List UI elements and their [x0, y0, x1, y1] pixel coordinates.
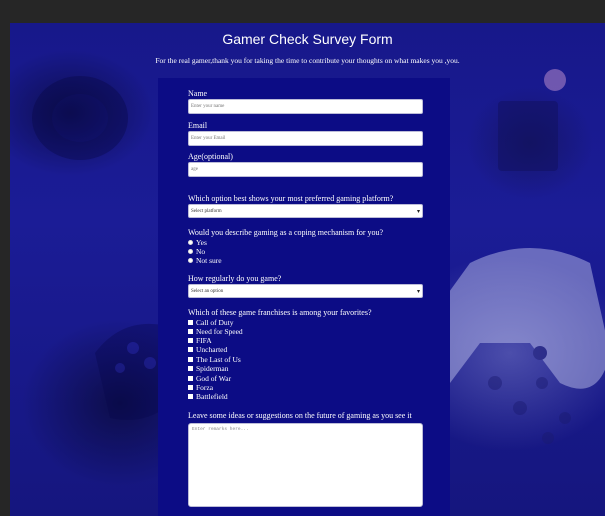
name-placeholder: Enter your name — [191, 104, 225, 109]
platform-select[interactable]: Select platform ▾ — [188, 204, 423, 218]
ideas-textarea[interactable]: Enter remarks here... — [188, 423, 423, 507]
franchise-label: Spiderman — [196, 364, 229, 373]
franchise-option[interactable]: Spiderman — [188, 364, 229, 373]
franchise-option[interactable]: Need for Speed — [188, 327, 243, 336]
franchise-label: Call of Duty — [196, 318, 234, 327]
franchise-option[interactable]: Call of Duty — [188, 318, 234, 327]
checkbox[interactable] — [188, 376, 193, 381]
frequency-selected-value: Select an option — [191, 288, 224, 294]
email-label: Email — [188, 121, 208, 130]
checkbox[interactable] — [188, 385, 193, 390]
franchise-question: Which of these game franchises is among … — [188, 308, 372, 317]
platform-question: Which option best shows your most prefer… — [188, 194, 394, 203]
franchise-label: Uncharted — [196, 345, 228, 354]
survey-form: Name Enter your name Email Enter your Em… — [158, 78, 450, 516]
checkbox[interactable] — [188, 357, 193, 362]
coping-option-label: Yes — [196, 238, 207, 247]
age-field[interactable]: age — [188, 162, 423, 177]
checkbox[interactable] — [188, 366, 193, 371]
franchise-option[interactable]: Forza — [188, 383, 213, 392]
coping-option-not-sure[interactable]: Not sure — [188, 256, 222, 265]
frequency-select[interactable]: Select an option ▾ — [188, 284, 423, 298]
coping-question: Would you describe gaming as a coping me… — [188, 228, 384, 237]
radio-button[interactable] — [188, 258, 193, 263]
coping-option-label: Not sure — [196, 256, 222, 265]
checkbox[interactable] — [188, 338, 193, 343]
chevron-down-icon: ▾ — [416, 287, 420, 295]
page-title: Gamer Check Survey Form — [222, 31, 393, 47]
name-label: Name — [188, 89, 208, 98]
franchise-label: Need for Speed — [196, 327, 243, 336]
checkbox[interactable] — [188, 394, 193, 399]
email-field[interactable]: Enter your Email — [188, 131, 423, 146]
checkbox[interactable] — [188, 347, 193, 352]
age-label: Age(optional) — [188, 152, 233, 161]
ideas-placeholder: Enter remarks here... — [192, 427, 249, 432]
franchise-label: Forza — [196, 383, 214, 392]
franchise-option[interactable]: Battlefield — [188, 392, 228, 401]
chevron-down-icon: ▾ — [416, 207, 420, 215]
name-field[interactable]: Enter your name — [188, 99, 423, 114]
radio-button[interactable] — [188, 240, 193, 245]
franchise-option[interactable]: The Last of Us — [188, 355, 241, 364]
coping-option-yes[interactable]: Yes — [188, 238, 207, 247]
page-subtitle: For the real gamer,thank you for taking … — [155, 56, 460, 65]
platform-selected-value: Select platform — [191, 208, 222, 214]
checkbox[interactable] — [188, 329, 193, 334]
coping-option-label: No — [196, 247, 206, 256]
browser-top-strip — [0, 0, 605, 23]
franchise-label: FIFA — [196, 336, 212, 345]
franchise-label: Battlefield — [196, 392, 228, 401]
franchise-label: God of War — [196, 374, 232, 383]
franchise-option[interactable]: Uncharted — [188, 345, 227, 354]
ideas-question: Leave some ideas or suggestions on the f… — [188, 411, 412, 420]
franchise-option[interactable]: God of War — [188, 374, 231, 383]
checkbox[interactable] — [188, 320, 193, 325]
franchise-label: The Last of Us — [196, 355, 241, 364]
email-placeholder: Enter your Email — [191, 136, 226, 141]
age-placeholder: age — [191, 167, 198, 172]
radio-button[interactable] — [188, 249, 193, 254]
coping-option-no[interactable]: No — [188, 247, 205, 256]
franchise-option[interactable]: FIFA — [188, 336, 212, 345]
page-background: Gamer Check Survey Form For the real gam… — [10, 23, 605, 516]
frequency-question: How regularly do you game? — [188, 274, 282, 283]
